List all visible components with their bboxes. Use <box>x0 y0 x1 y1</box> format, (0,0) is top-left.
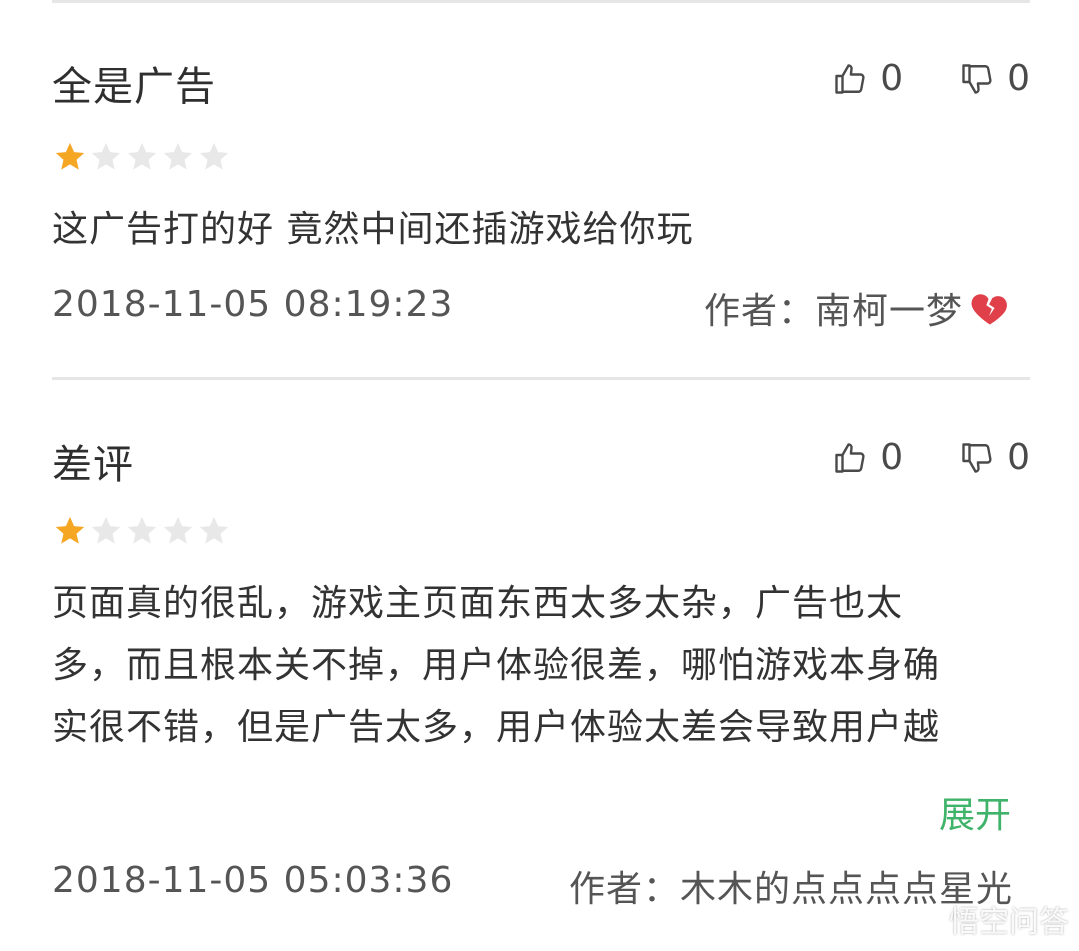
review-title: 差评 <box>52 442 134 488</box>
star-empty-icon <box>91 516 121 544</box>
star-empty-icon <box>127 516 157 544</box>
thumbs-up-icon <box>835 63 865 94</box>
review-body: 页面真的很乱，游戏主页面东西太多太杂，广告也太 多，而且根本关不掉，用户体验很差… <box>52 573 1032 759</box>
author-label: 作者： <box>568 869 680 910</box>
watermark: 悟空问答 <box>909 897 1069 941</box>
star-empty-icon <box>91 142 121 170</box>
like-button[interactable]: 0 <box>832 437 903 478</box>
dislike-button[interactable]: 0 <box>959 58 1030 99</box>
review-body: 这广告打的好 竟然中间还插游戏给你玩 <box>52 209 694 250</box>
star-empty-icon <box>199 516 229 544</box>
review-title: 全是广告 <box>52 64 216 110</box>
broken-heart-icon <box>971 294 1007 325</box>
star-rating <box>52 514 232 548</box>
star-empty-icon <box>163 516 193 544</box>
expand-link[interactable]: 展开 <box>939 786 1011 838</box>
review-divider <box>52 377 1030 380</box>
vote-bar: 0 0 <box>832 437 1030 478</box>
star-empty-icon <box>163 142 193 170</box>
review-date: 2018-11-05 05:03:36 <box>52 860 454 901</box>
review-body-line: 实很不错，但是广告太多，用户体验太差会导致用户越 <box>52 707 941 748</box>
author-label: 作者： <box>703 291 815 332</box>
dislike-count: 0 <box>1007 437 1030 478</box>
star-rating <box>52 140 232 174</box>
chat-bubble-icon <box>911 906 941 933</box>
like-count: 0 <box>880 437 904 478</box>
like-button[interactable]: 0 <box>832 58 903 99</box>
review-body-line: 多，而且根本关不掉，用户体验很差，哪怕游戏本身确 <box>52 645 941 686</box>
review-author: 作者： 南柯一梦 <box>704 282 1013 334</box>
thumbs-up-icon <box>835 442 865 473</box>
vote-bar: 0 0 <box>832 58 1030 99</box>
like-count: 0 <box>880 58 904 99</box>
dislike-count: 0 <box>1007 58 1030 99</box>
dislike-button[interactable]: 0 <box>959 437 1030 478</box>
review-body-line: 页面真的很乱，游戏主页面东西太多太杂，广告也太 <box>52 583 904 624</box>
star-filled-icon <box>55 142 85 170</box>
watermark-text: 悟空问答 <box>949 905 1069 940</box>
thumbs-down-icon <box>962 442 992 473</box>
star-filled-icon <box>55 516 85 544</box>
author-name[interactable]: 南柯一梦 <box>815 282 963 334</box>
star-empty-icon <box>127 142 157 170</box>
thumbs-down-icon <box>962 63 992 94</box>
review-date: 2018-11-05 08:19:23 <box>52 284 454 325</box>
star-empty-icon <box>199 142 229 170</box>
top-divider <box>52 0 1030 3</box>
